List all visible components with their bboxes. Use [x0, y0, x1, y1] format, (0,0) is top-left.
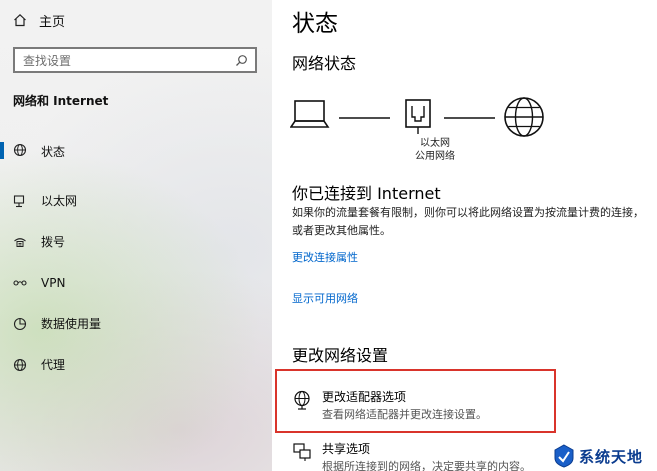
search-input[interactable]: 查找设置	[15, 52, 235, 69]
vpn-icon	[13, 279, 27, 286]
sidebar-item-label: 数据使用量	[41, 317, 102, 331]
sidebar-item-label: 状态	[41, 145, 66, 159]
connected-heading: 你已连接到 Internet	[292, 184, 441, 203]
sidebar-item-label: 代理	[41, 358, 66, 372]
proxy-globe-icon	[13, 358, 27, 371]
section-title: 网络和 Internet	[13, 94, 109, 108]
sidebar-item-data-usage[interactable]: 数据使用量	[0, 303, 272, 344]
network-status-heading: 网络状态	[292, 54, 357, 73]
sharing-icon	[293, 443, 311, 461]
internet-globe-icon	[504, 97, 544, 137]
adapter-globe-icon	[294, 390, 310, 410]
option-title: 共享选项	[322, 442, 371, 456]
sidebar-item-label: VPN	[41, 275, 66, 290]
network-type: 公用网络	[415, 151, 455, 162]
home-label: 主页	[39, 14, 66, 30]
globe-status-icon	[13, 143, 27, 157]
network-status-diagram: 以太网 公用网络	[290, 96, 560, 168]
sidebar-item-dialup[interactable]: 拨号	[0, 221, 272, 262]
home-nav-item[interactable]: 主页	[13, 9, 65, 31]
main-content: 状态 网络状态 以太网 公用网络 你已连接到 Internet 如果你的流量套餐…	[272, 0, 657, 471]
sidebar-item-ethernet[interactable]: 以太网	[0, 180, 272, 221]
connected-description: 如果你的流量套餐有限制，则你可以将此网络设置为按流量计费的连接，或者更改其他属性…	[292, 206, 644, 237]
home-icon	[14, 13, 26, 27]
sidebar-item-proxy[interactable]: 代理	[0, 344, 272, 385]
change-network-settings-heading: 更改网络设置	[292, 346, 389, 365]
change-connection-properties-link[interactable]: 更改连接属性	[292, 249, 358, 265]
show-available-networks-link[interactable]: 显示可用网络	[292, 290, 358, 306]
device-name: 以太网	[420, 138, 450, 149]
ethernet-port-icon	[405, 99, 431, 134]
device-caption: 以太网 公用网络	[398, 137, 472, 163]
sidebar-item-label: 拨号	[41, 235, 66, 249]
option-description: 根据所连接到的网络，决定要共享的内容。	[322, 460, 531, 471]
page-title: 状态	[292, 11, 338, 37]
laptop-icon	[290, 100, 330, 128]
sidebar-item-status[interactable]: 状态	[0, 138, 272, 180]
change-adapter-options-item[interactable]: 更改适配器选项 查看网络适配器并更改连接设置。	[292, 384, 642, 426]
data-usage-icon	[13, 317, 27, 330]
option-title: 更改适配器选项	[322, 390, 407, 404]
dialup-icon	[14, 237, 26, 247]
network-diagram-svg	[290, 97, 544, 137]
watermark: 系统天地	[553, 441, 657, 471]
sidebar-item-label: 以太网	[41, 194, 78, 208]
watermark-logo-icon	[554, 444, 574, 468]
search-box[interactable]: 查找设置	[13, 47, 257, 73]
nav-list: 状态 以太网 拨号 VPN 数据使用量 代理	[0, 138, 272, 385]
search-icon[interactable]	[235, 54, 248, 67]
settings-window: 主页 查找设置 网络和 Internet 状态 以太网 拨号 VPN 数据使用量…	[0, 0, 657, 471]
option-description: 查看网络适配器并更改连接设置。	[322, 408, 487, 421]
ethernet-icon	[13, 194, 25, 207]
sidebar: 主页 查找设置 网络和 Internet 状态 以太网 拨号 VPN 数据使用量…	[0, 0, 272, 471]
watermark-text: 系统天地	[579, 447, 644, 466]
sidebar-item-vpn[interactable]: VPN	[0, 262, 272, 303]
